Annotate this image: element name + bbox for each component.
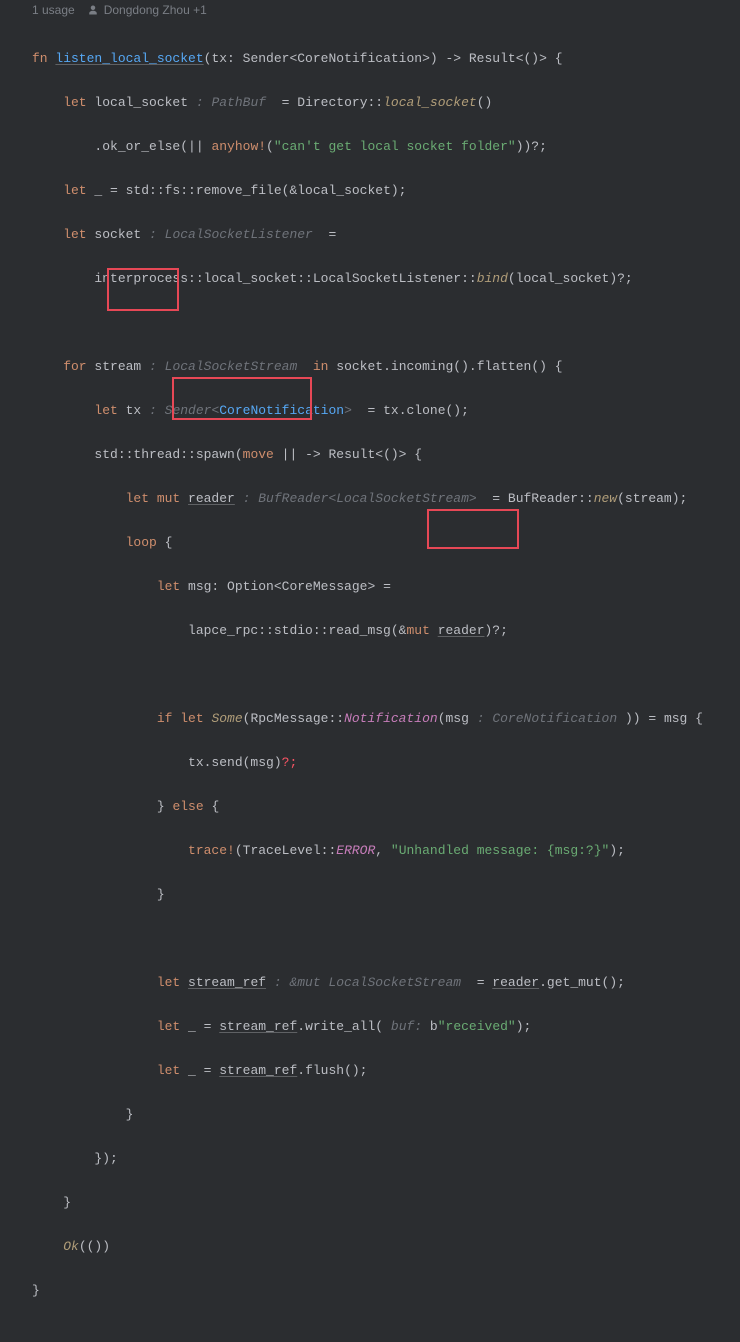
code-line	[32, 664, 740, 686]
code-annotations-header: 1 usage Dongdong Zhou +1	[0, 0, 740, 20]
code-line: interprocess::local_socket::LocalSocketL…	[32, 268, 740, 290]
code-line: lapce_rpc::stdio::read_msg(&mut reader)?…	[32, 620, 740, 642]
code-line: }	[32, 1192, 740, 1214]
code-line: let socket : LocalSocketListener =	[32, 224, 740, 246]
code-line: let _ = std::fs::remove_file(&local_sock…	[32, 180, 740, 202]
code-line: });	[32, 1148, 740, 1170]
code-line: }	[32, 884, 740, 906]
code-line: }	[32, 1280, 740, 1302]
code-line: loop {	[32, 532, 740, 554]
author-name: Dongdong Zhou +1	[104, 3, 207, 17]
code-line: Ok(())	[32, 1236, 740, 1258]
code-editor[interactable]: fn listen_local_socket(tx: Sender<CoreNo…	[0, 20, 740, 1342]
code-line: let local_socket : PathBuf = Directory::…	[32, 92, 740, 114]
code-line	[32, 312, 740, 334]
code-line: let tx : Sender<CoreNotification> = tx.c…	[32, 400, 740, 422]
code-line: }	[32, 1104, 740, 1126]
code-line: let _ = stream_ref.flush();	[32, 1060, 740, 1082]
code-line: for stream : LocalSocketStream in socket…	[32, 356, 740, 378]
usage-count[interactable]: 1 usage	[32, 3, 75, 17]
code-line: tx.send(msg)?;	[32, 752, 740, 774]
author-annotation[interactable]: Dongdong Zhou +1	[87, 3, 207, 17]
code-line: let msg: Option<CoreMessage> =	[32, 576, 740, 598]
code-line: let stream_ref : &mut LocalSocketStream …	[32, 972, 740, 994]
code-line: } else {	[32, 796, 740, 818]
code-line: trace!(TraceLevel::ERROR, "Unhandled mes…	[32, 840, 740, 862]
function-name: listen_local_socket	[55, 51, 203, 66]
code-line: if let Some(RpcMessage::Notification(msg…	[32, 708, 740, 730]
code-line: std::thread::spawn(move || -> Result<()>…	[32, 444, 740, 466]
code-line: let _ = stream_ref.write_all( buf: b"rec…	[32, 1016, 740, 1038]
code-line: fn listen_local_socket(tx: Sender<CoreNo…	[32, 48, 740, 70]
code-line	[32, 928, 740, 950]
person-icon	[87, 4, 99, 16]
code-line: let mut reader : BufReader<LocalSocketSt…	[32, 488, 740, 510]
code-line: .ok_or_else(|| anyhow!("can't get local …	[32, 136, 740, 158]
